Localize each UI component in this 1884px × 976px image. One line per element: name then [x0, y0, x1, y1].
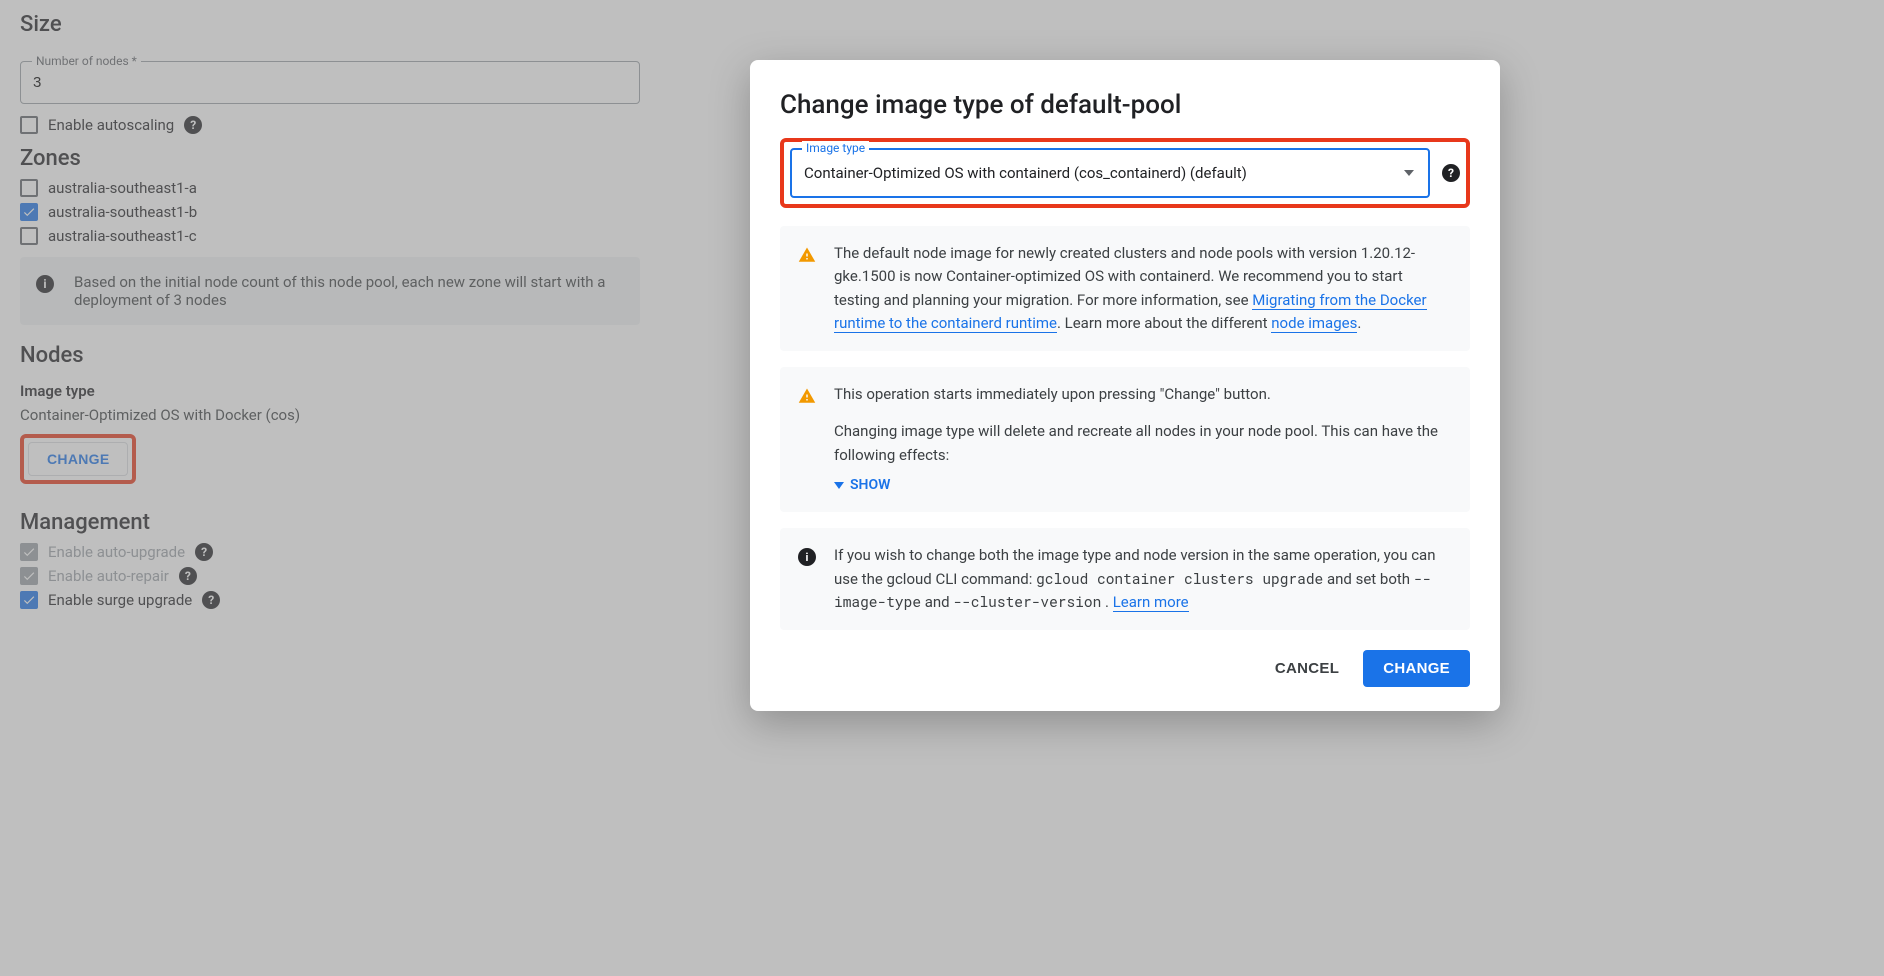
- info-icon: i: [798, 548, 816, 566]
- cli-flag-cluster-version: --cluster-version: [953, 592, 1101, 611]
- info-mid: and set both: [1323, 570, 1414, 588]
- change-button[interactable]: CHANGE: [1363, 650, 1470, 687]
- dialog-title: Change image type of default-pool: [780, 90, 1470, 120]
- chevron-down-icon: [834, 482, 844, 489]
- warn1-end: .: [1357, 314, 1361, 332]
- migration-warning-panel: The default node image for newly created…: [780, 226, 1470, 351]
- info-post: .: [1101, 593, 1112, 611]
- change-image-type-dialog: Change image type of default-pool Image …: [750, 60, 1500, 711]
- show-label: SHOW: [850, 475, 890, 497]
- warn2-line1: This operation starts immediately upon p…: [834, 383, 1452, 406]
- warning-icon: [798, 246, 816, 271]
- image-type-select[interactable]: Image type Container-Optimized OS with c…: [790, 148, 1430, 198]
- dialog-actions: CANCEL CHANGE: [780, 650, 1470, 687]
- operation-warning-panel: This operation starts immediately upon p…: [780, 367, 1470, 512]
- chevron-down-icon: [1404, 170, 1414, 176]
- help-icon[interactable]: ?: [1442, 164, 1460, 182]
- warn1-mid: . Learn more about the different: [1057, 314, 1271, 332]
- cli-command-code: gcloud container clusters upgrade: [1036, 569, 1323, 588]
- warning-icon: [798, 387, 816, 412]
- cli-info-panel: i If you wish to change both the image t…: [780, 528, 1470, 630]
- show-effects-toggle[interactable]: SHOW: [834, 475, 890, 497]
- info-and: and: [921, 593, 953, 611]
- image-type-select-highlight: Image type Container-Optimized OS with c…: [780, 138, 1470, 208]
- learn-more-link[interactable]: Learn more: [1113, 593, 1189, 612]
- node-images-link[interactable]: node images: [1271, 314, 1357, 333]
- image-type-select-value: Container-Optimized OS with containerd (…: [804, 164, 1247, 182]
- image-type-select-label: Image type: [802, 141, 869, 155]
- cancel-button[interactable]: CANCEL: [1269, 659, 1345, 678]
- warn2-line2: Changing image type will delete and recr…: [834, 420, 1452, 467]
